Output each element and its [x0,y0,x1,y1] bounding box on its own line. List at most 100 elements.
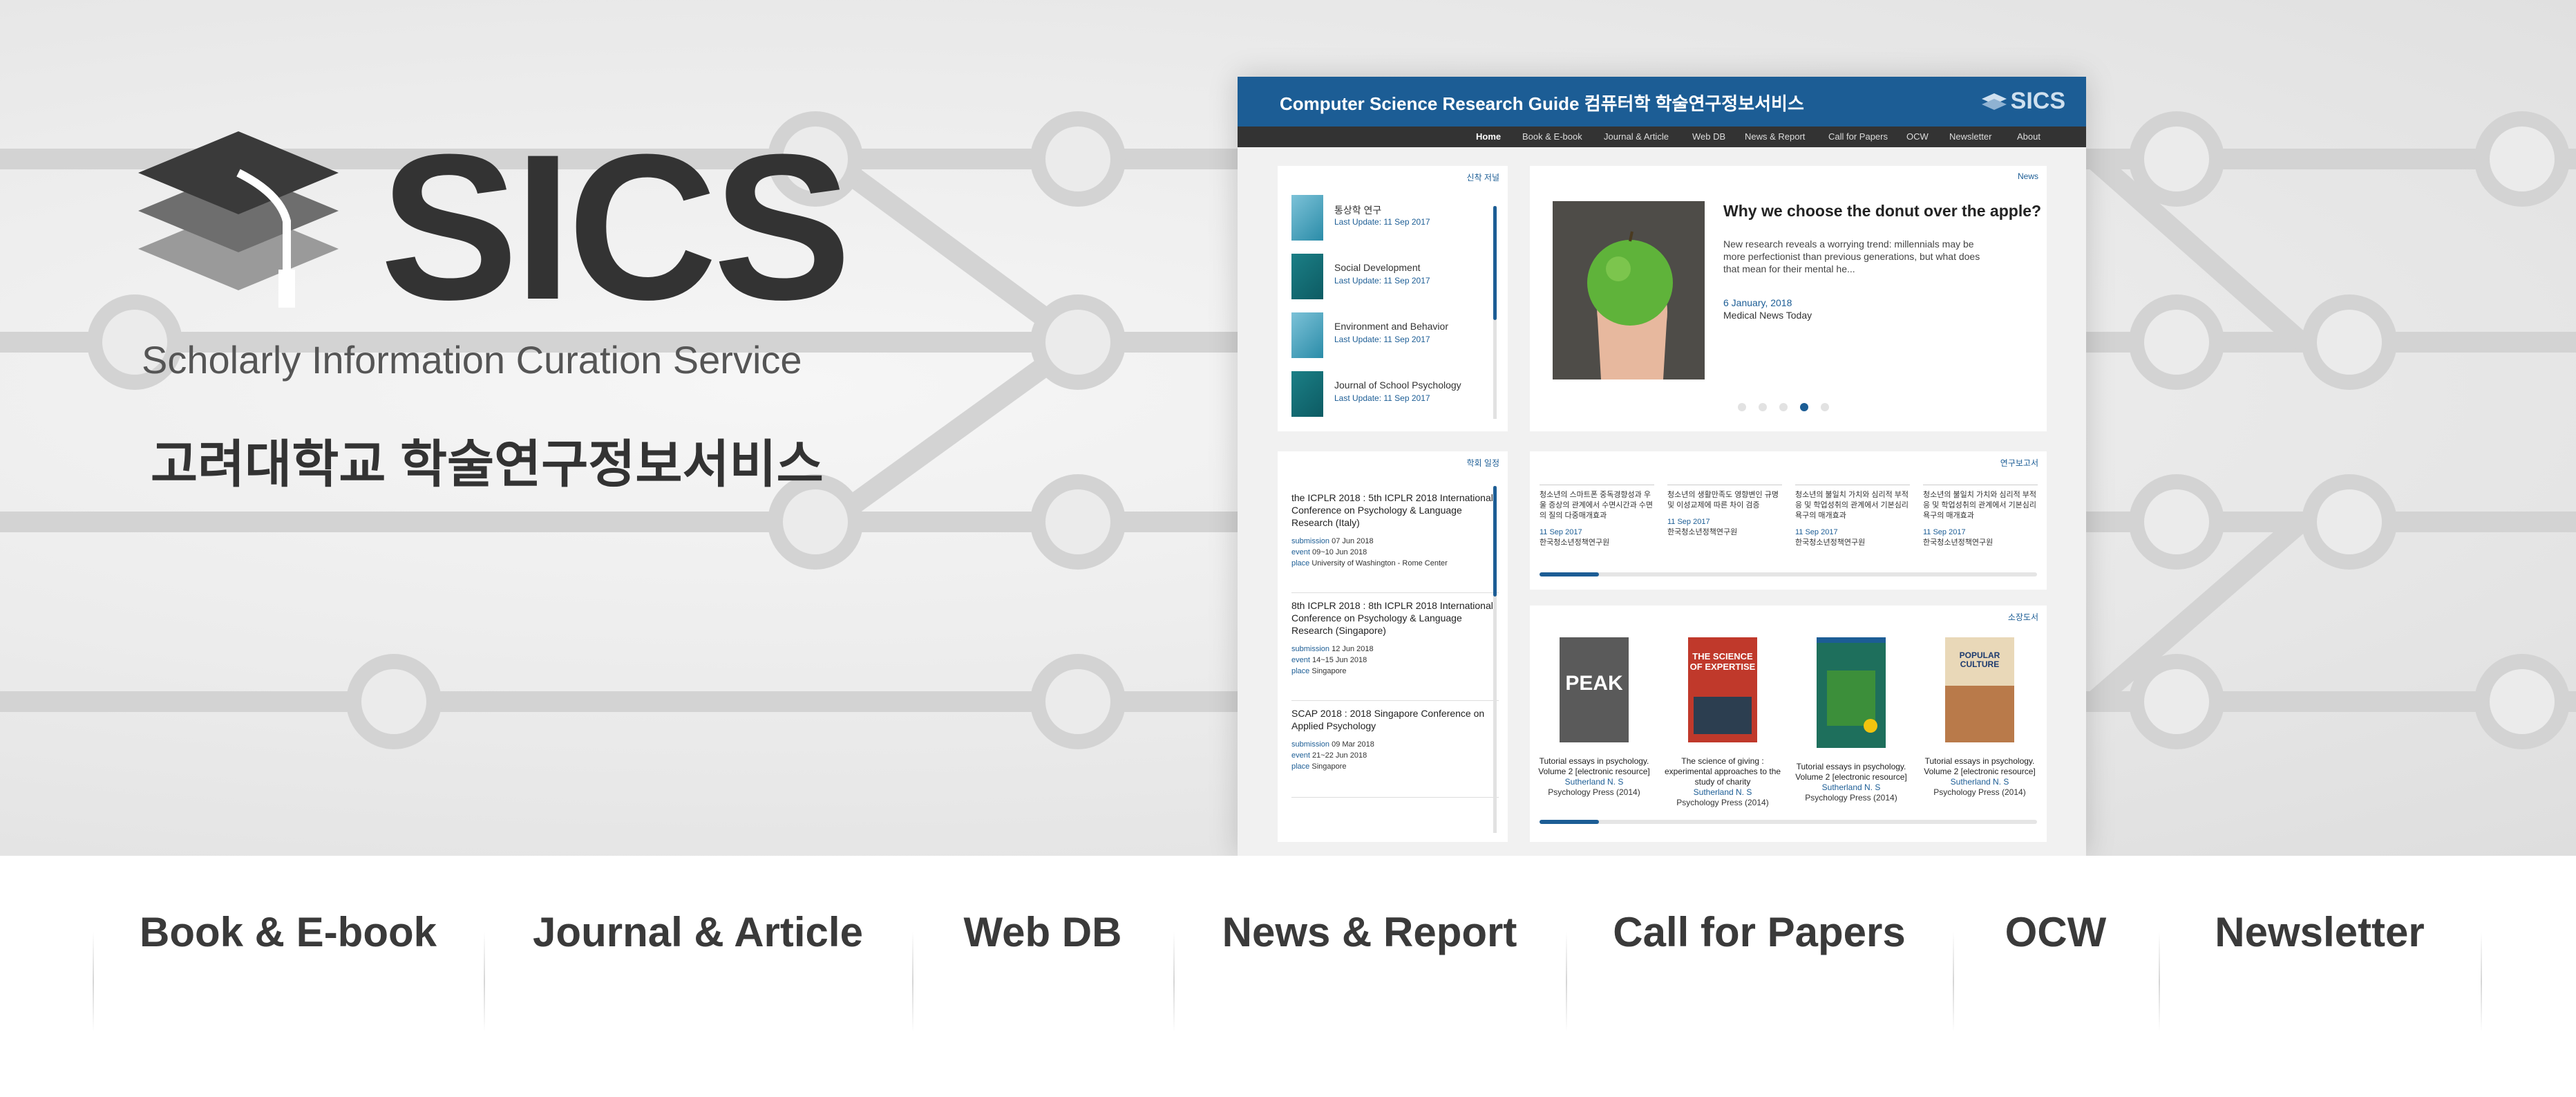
book-cover [1817,637,1886,748]
preview-nav-ocw[interactable]: OCW [1906,131,1929,142]
call-for-papers-panel: 학회 일정 the ICPLR 2018 : 5th ICPLR 2018 In… [1278,451,1508,842]
book-cover-text: POPULAR CULTURE [1959,650,2000,669]
book-author: Sutherland N. S [1950,777,2009,787]
book-cover-art [1827,671,1875,726]
cfp-submission-label: submission [1291,740,1330,749]
carousel-dot[interactable] [1779,403,1788,411]
book-item[interactable]: THE SCIENCE OF EXPERTISE The science of … [1658,637,1787,808]
journal-update: Last Update: 11 Sep 2017 [1334,393,1430,403]
preview-nav-newsletter[interactable]: Newsletter [1949,131,1991,142]
books-panel: 소장도서 PEAK Tutorial essays in psychology.… [1530,606,2047,842]
books-scroll-thumb[interactable] [1540,820,1599,824]
books-scrollbar[interactable] [1540,820,2037,824]
report-date: 11 Sep 2017 [1795,528,1838,536]
cfp-scrollbar[interactable] [1493,486,1497,833]
book-author: Sutherland N. S [1693,787,1752,797]
reports-scrollbar[interactable] [1540,572,2037,576]
report-item[interactable]: 청소년의 생활만족도 영향변인 규명 및 이성교제에 따른 차이 검증 11 S… [1667,485,1782,537]
reports-scroll-thumb[interactable] [1540,572,1599,576]
preview-title: Computer Science Research Guide 컴퓨터학 학술연… [1280,93,1804,114]
cfp-submission-label: submission [1291,645,1330,653]
book-author: Sutherland N. S [1564,777,1624,787]
book-cover-text: PEAK [1565,672,1623,695]
report-org: 한국청소년정책연구원 [1540,538,1610,547]
nav-ocw[interactable]: OCW [1953,856,2159,1008]
cfp-title: SCAP 2018 : 2018 Singapore Conference on… [1291,708,1485,731]
reports-label: 연구보고서 [2000,458,2038,468]
report-org: 한국청소년정책연구원 [1667,528,1738,536]
cfp-event: 09~10 Jun 2018 [1311,548,1367,556]
book-item[interactable]: Tutorial essays in psychology. Volume 2 … [1787,637,1915,803]
preview-nav-cfp[interactable]: Call for Papers [1828,131,1888,142]
news-date: 6 January, 2018 [1723,297,1792,308]
news-image-apple[interactable] [1553,201,1705,379]
report-title: 청소년의 생활만족도 영향변인 규명 및 이성교제에 따른 차이 검증 [1667,491,1779,509]
preview-nav-webdb[interactable]: Web DB [1692,131,1725,142]
report-date: 11 Sep 2017 [1540,528,1582,536]
journal-update: Last Update: 11 Sep 2017 [1334,217,1430,227]
cfp-scroll-thumb[interactable] [1493,486,1497,597]
cfp-item[interactable]: 8th ICPLR 2018 : 8th ICPLR 2018 Internat… [1291,599,1499,701]
cfp-place-label: place [1291,762,1310,771]
cfp-item[interactable]: the ICPLR 2018 : 5th ICPLR 2018 Internat… [1291,491,1499,593]
report-date: 11 Sep 2017 [1923,528,1966,536]
journal-cover [1291,312,1323,358]
cfp-event-label: event [1291,656,1310,664]
report-org: 한국청소년정책연구원 [1923,538,1993,547]
cfp-label: 학회 일정 [1466,458,1500,468]
site-preview-screenshot: Computer Science Research Guide 컴퓨터학 학술연… [1238,77,2086,856]
preview-nav: Home Book & E-book Journal & Article Web… [1238,126,2086,147]
journals-scrollbar[interactable] [1493,206,1497,419]
book-item[interactable]: POPULAR CULTURE Tutorial essays in psych… [1915,637,2044,798]
journals-scroll-thumb[interactable] [1493,206,1497,320]
nav-book-ebook[interactable]: Book & E-book [93,856,484,1008]
nav-news-report[interactable]: News & Report [1173,856,1566,1008]
cfp-event-label: event [1291,751,1310,760]
korean-service-name: 고려대학교 학술연구정보서비스 [151,435,824,493]
book-item[interactable]: PEAK Tutorial essays in psychology. Volu… [1530,637,1658,798]
book-cover-text: THE SCIENCE OF EXPERTISE [1689,651,1756,672]
cfp-place: Singapore [1311,667,1347,675]
preview-logo-icon [1981,93,2007,111]
journal-item[interactable]: Environment and Behavior Last Update: 11… [1291,312,1478,361]
report-title: 청소년의 불일치 가치와 심리적 부적응 및 학업성취의 관계에서 기본심리욕구… [1795,491,1909,520]
book-title: Tutorial essays in psychology. Volume 2 … [1924,756,2036,776]
hero-banner: SICS Scholarly Information Curation Serv… [0,0,2576,856]
book-cover: POPULAR CULTURE [1945,637,2014,742]
journal-update: Last Update: 11 Sep 2017 [1334,335,1430,344]
preview-nav-books[interactable]: Book & E-book [1522,131,1582,142]
preview-nav-journals[interactable]: Journal & Article [1604,131,1669,142]
report-item[interactable]: 청소년의 스마트폰 중독경향성과 우울 증상의 관계에서 수면시간과 수면의 질… [1540,485,1654,547]
book-cover: PEAK [1560,637,1629,742]
preview-nav-news[interactable]: News & Report [1745,131,1805,142]
report-org: 한국청소년정책연구원 [1795,538,1866,547]
book-publisher: Psychology Press (2014) [1676,798,1769,807]
carousel-dot[interactable] [1759,403,1767,411]
nav-separator [2481,932,2482,1032]
book-publisher: Psychology Press (2014) [1933,787,2026,797]
carousel-dot[interactable] [1821,403,1829,411]
news-title[interactable]: Why we choose the donut over the apple? [1723,202,2041,221]
book-author: Sutherland N. S [1821,782,1881,792]
carousel-dot[interactable] [1738,403,1746,411]
report-item[interactable]: 청소년의 불일치 가치와 심리적 부적응 및 학업성취의 관계에서 기본심리욕구… [1795,485,1910,547]
journal-item[interactable]: 통상학 연구 Last Update: 11 Sep 2017 [1291,195,1478,243]
book-cover: THE SCIENCE OF EXPERTISE [1688,637,1757,742]
preview-nav-about[interactable]: About [2017,131,2040,142]
journal-item[interactable]: Social Development Last Update: 11 Sep 2… [1291,254,1478,302]
nav-web-db[interactable]: Web DB [912,856,1173,1008]
journal-name: Journal of School Psychology [1334,379,1461,391]
cfp-item[interactable]: SCAP 2018 : 2018 Singapore Conference on… [1291,707,1499,798]
carousel-dot-active[interactable] [1800,403,1808,411]
cfp-place-label: place [1291,559,1310,568]
report-item[interactable]: 청소년의 불일치 가치와 심리적 부적응 및 학업성취의 관계에서 기본심리욕구… [1923,485,2038,547]
cfp-submission: 09 Mar 2018 [1332,740,1374,749]
nav-newsletter[interactable]: Newsletter [2159,856,2481,1008]
cfp-place: Singapore [1311,762,1347,771]
cfp-title: the ICPLR 2018 : 5th ICPLR 2018 Internat… [1291,492,1493,528]
nav-journal-article[interactable]: Journal & Article [484,856,912,1008]
nav-call-for-papers[interactable]: Call for Papers [1566,856,1953,1008]
preview-nav-home[interactable]: Home [1476,131,1501,142]
cfp-place: University of Washington - Rome Center [1311,559,1448,568]
journal-item[interactable]: Journal of School Psychology Last Update… [1291,371,1478,420]
